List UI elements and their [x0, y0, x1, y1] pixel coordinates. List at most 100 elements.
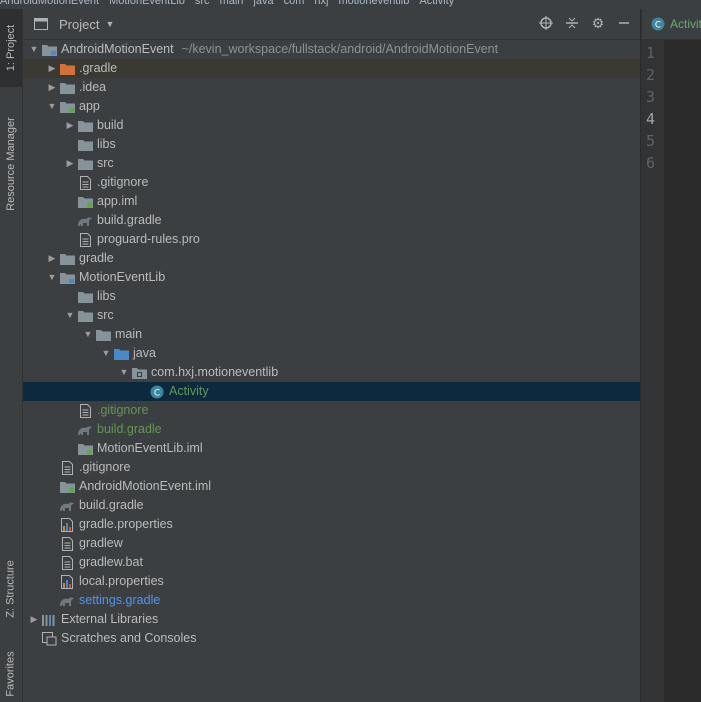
chevron-down-icon[interactable]: ▼ [81, 325, 95, 344]
chevron-right-icon[interactable]: ▶ [63, 154, 77, 173]
tree-item-build-gradle[interactable]: build.gradle [23, 211, 640, 230]
breadcrumb-item[interactable]: AndroidMotionEvent [0, 0, 99, 7]
tree-item-label: gradle [79, 251, 114, 265]
tree-item-gradle-properties[interactable]: gradle.properties [23, 515, 640, 534]
tree-item-label: gradle.properties [79, 517, 173, 531]
tree-item-root-iml[interactable]: AndroidMotionEvent.iml [23, 477, 640, 496]
excluded-folder-icon [59, 61, 75, 77]
tree-item-proguard[interactable]: proguard-rules.pro [23, 230, 640, 249]
tree-item-local-properties[interactable]: local.properties [23, 572, 640, 591]
breadcrumb-item[interactable]: com [284, 0, 305, 7]
tree-item-scratches[interactable]: Scratches and Consoles [23, 629, 640, 648]
collapse-all-icon[interactable] [564, 15, 580, 31]
tree-item-root-gitignore[interactable]: .gitignore [23, 458, 640, 477]
project-folder-icon [33, 16, 49, 32]
tree-item-label: .gitignore [79, 460, 131, 474]
module-folder-icon [59, 270, 75, 286]
tree-item-label: External Libraries [61, 612, 159, 626]
breadcrumb-item[interactable]: motioneventlib [338, 0, 409, 7]
tree-item-root-build-gradle[interactable]: build.gradle [23, 496, 640, 515]
breadcrumb-item[interactable]: MotionEventLib [109, 0, 185, 7]
gradle-icon [59, 593, 75, 609]
properties-file-icon [59, 517, 75, 533]
tree-item-external-libraries[interactable]: ▶ External Libraries [23, 610, 640, 629]
tree-item-libs[interactable]: libs [23, 135, 640, 154]
android-module-icon [59, 99, 75, 115]
chevron-down-icon[interactable]: ▼ [117, 363, 131, 382]
tree-item-gradle[interactable]: ▶ gradle [23, 249, 640, 268]
gear-icon[interactable]: ⚙ [590, 15, 606, 31]
editor-tab-activity[interactable]: C Activit [642, 9, 701, 40]
project-panel-header: Project ▼ ⚙ [23, 9, 640, 40]
tree-item-main[interactable]: ▼ main [23, 325, 640, 344]
chevron-right-icon[interactable]: ▶ [27, 610, 41, 629]
tab-resource-manager-label: Resource Manager [5, 117, 17, 211]
tree-item-lib-gitignore[interactable]: .gitignore [23, 401, 640, 420]
tree-item-app-iml[interactable]: app.iml [23, 192, 640, 211]
tree-item-label: MotionEventLib.iml [97, 441, 203, 455]
tree-item-label: java [133, 346, 156, 360]
tab-project-label: 1: Project [5, 24, 17, 72]
module-folder-icon [41, 42, 57, 58]
tab-favorites-label: Favorites [5, 651, 17, 697]
tree-item-label: proguard-rules.pro [97, 232, 200, 246]
tree-item-label: build [97, 118, 124, 132]
chevron-down-icon[interactable]: ▼ [27, 40, 41, 59]
line-number: 5 [646, 132, 656, 150]
scratches-icon [41, 631, 57, 647]
tree-item-dot-gradle[interactable]: ▶ .gradle [23, 59, 640, 78]
line-number: 4 [646, 110, 656, 128]
folder-icon [77, 308, 93, 324]
text-file-icon [59, 460, 75, 476]
tab-resource-manager[interactable]: Resource Manager [0, 104, 22, 224]
tab-favorites[interactable]: Favorites [0, 644, 22, 702]
tree-item-motioneventlib[interactable]: ▼ MotionEventLib [23, 268, 640, 287]
tree-item-gradlew-bat[interactable]: gradlew.bat [23, 553, 640, 572]
tree-item-gradlew[interactable]: gradlew [23, 534, 640, 553]
chevron-down-icon[interactable]: ▼ [63, 306, 77, 325]
tree-item-label: build.gradle [79, 498, 144, 512]
tree-item-src[interactable]: ▶ src [23, 154, 640, 173]
chevron-down-icon[interactable]: ▼ [99, 344, 113, 363]
locate-icon[interactable] [538, 15, 554, 31]
tree-item-java[interactable]: ▼ java [23, 344, 640, 363]
text-file-icon [77, 175, 93, 191]
tree-item-lib-build-gradle[interactable]: build.gradle [23, 420, 640, 439]
tree-item-lib-libs[interactable]: libs [23, 287, 640, 306]
project-view-selector[interactable]: Project ▼ [33, 16, 114, 32]
tree-item-label: com.hxj.motioneventlib [151, 365, 279, 379]
chevron-right-icon[interactable]: ▶ [45, 249, 59, 268]
ide-window: AndroidMotionEvent MotionEventLib src main j… [0, 0, 701, 702]
gradle-icon [59, 498, 75, 514]
tree-item-activity[interactable]: C Activity [23, 382, 640, 401]
tree-item-lib-iml[interactable]: MotionEventLib.iml [23, 439, 640, 458]
tree-item-label: src [97, 156, 114, 170]
tree-item-label: Scratches and Consoles [61, 631, 197, 645]
breadcrumb-item[interactable]: main [220, 0, 244, 7]
breadcrumb-item[interactable]: Activity [419, 0, 454, 7]
tree-item-build[interactable]: ▶ build [23, 116, 640, 135]
tree-item-app[interactable]: ▼ app [23, 97, 640, 116]
chevron-right-icon[interactable]: ▶ [45, 59, 59, 78]
chevron-down-icon[interactable]: ▼ [45, 97, 59, 116]
tree-item-gitignore[interactable]: .gitignore [23, 173, 640, 192]
breadcrumb-item[interactable]: src [195, 0, 210, 7]
chevron-down-icon[interactable]: ▼ [45, 268, 59, 287]
tree-root-androidmotionevent[interactable]: ▼ AndroidMotionEvent ~/kevin_workspace/ful… [23, 40, 640, 59]
chevron-right-icon[interactable]: ▶ [63, 116, 77, 135]
tab-structure[interactable]: Z: Structure [0, 549, 22, 629]
tree-item-package[interactable]: ▼ com.hxj.motioneventlib [23, 363, 640, 382]
tree-item-idea[interactable]: ▶ .idea [23, 78, 640, 97]
breadcrumb-item[interactable]: hxj [314, 0, 328, 7]
chevron-right-icon[interactable]: ▶ [45, 78, 59, 97]
minimize-icon[interactable] [616, 15, 632, 31]
tree-item-settings-gradle[interactable]: settings.gradle [23, 591, 640, 610]
breadcrumb-item[interactable]: java [253, 0, 273, 7]
tree-item-lib-src[interactable]: ▼ src [23, 306, 640, 325]
tab-project[interactable]: 1: Project [0, 9, 22, 87]
